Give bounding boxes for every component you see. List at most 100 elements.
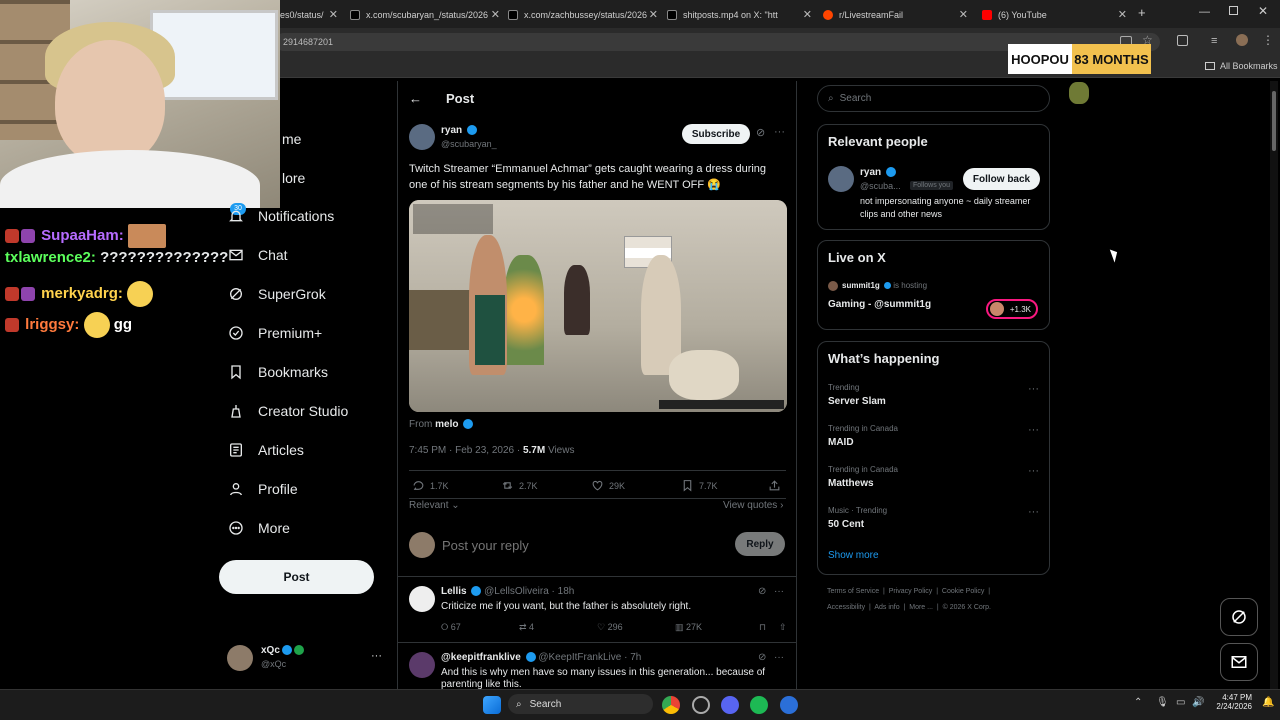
browser-tab[interactable]: shitposts.mp4 on X: "htt ✕ [667, 4, 812, 26]
reply-button[interactable]: Reply [735, 532, 785, 556]
browser-tab[interactable]: x.com/scubaryan_/status/2026 ✕ [350, 4, 500, 26]
subscribe-button[interactable]: Subscribe [682, 124, 750, 144]
scrollbar-thumb[interactable] [1272, 91, 1276, 151]
reply-author[interactable]: @keepitfranklive @KeepItFrankLive · 7h [441, 652, 641, 663]
bookmark-stat[interactable]: 7.7K [681, 479, 718, 492]
reply-row[interactable]: @keepitfranklive @KeepItFrankLive · 7h ⊘… [398, 642, 796, 689]
browser-tab[interactable]: es0/status/ ✕ [280, 4, 338, 26]
new-tab-button[interactable]: + [1138, 5, 1146, 20]
close-tab-icon[interactable]: ✕ [803, 8, 812, 21]
app-icon[interactable] [780, 696, 798, 714]
footer-link[interactable]: Cookie Policy [942, 588, 984, 595]
trend-item[interactable]: Trending in Canada Matthews [828, 465, 898, 489]
trend-item[interactable]: Trending Server Slam [828, 383, 886, 407]
reply-replies[interactable]: ⭘ 67 [441, 622, 519, 633]
grok-icon[interactable]: ⊘ [758, 586, 766, 597]
person-avatar[interactable] [828, 166, 854, 192]
extensions-icon[interactable] [1177, 35, 1188, 46]
close-tab-icon[interactable]: ✕ [1118, 8, 1127, 21]
all-bookmarks-button[interactable]: All Bookmarks [1205, 61, 1278, 71]
browser-tab[interactable]: r/LivestreamFail ✕ [823, 4, 968, 26]
footer-link[interactable]: Ads info [874, 604, 899, 611]
reply-author-avatar[interactable] [409, 586, 435, 612]
nav-premium[interactable]: Premium+ [228, 318, 322, 348]
reply-author[interactable]: Lellis @LellsOliveira · 18h [441, 586, 574, 597]
more-options-icon[interactable]: ··· [1028, 506, 1039, 518]
nav-chat[interactable]: Chat [228, 240, 288, 270]
reply-views[interactable]: ▥ 27K [675, 622, 759, 633]
share-icon[interactable]: ⇧ [779, 622, 787, 633]
nav-notifications[interactable]: Notifications [228, 201, 334, 231]
close-tab-icon[interactable]: ✕ [649, 8, 658, 21]
grok-icon[interactable]: ⊘ [758, 652, 766, 663]
network-icon[interactable]: ▭ [1176, 697, 1185, 708]
clock[interactable]: 4:47 PM 2/24/2026 [1214, 693, 1252, 711]
live-host[interactable]: summit1g is hosting [842, 281, 927, 290]
account-avatar[interactable] [227, 645, 253, 671]
browser-menu-icon[interactable]: ⋮ [1262, 33, 1274, 47]
nav-more[interactable]: More [228, 513, 290, 543]
spotify-icon[interactable] [750, 696, 768, 714]
post-video[interactable] [409, 200, 787, 412]
discord-icon[interactable] [721, 696, 739, 714]
chevron-up-icon[interactable]: ⌃ [1134, 697, 1142, 708]
more-options-icon[interactable]: ··· [1028, 424, 1039, 436]
nav-explore-label[interactable]: lore [282, 170, 305, 186]
more-options-icon[interactable]: ··· [1028, 383, 1039, 395]
search-box[interactable]: ⌕ Search [817, 85, 1050, 112]
view-quotes-link[interactable]: View quotes › [723, 500, 783, 511]
reply-stat[interactable]: 1.7K [412, 479, 449, 492]
trend-item[interactable]: Trending in Canada MAID [828, 424, 898, 448]
trend-item[interactable]: Music · Trending 50 Cent [828, 506, 887, 530]
footer-link[interactable]: Accessibility [827, 604, 865, 611]
close-tab-icon[interactable]: ✕ [959, 8, 968, 21]
browser-tab[interactable]: (6) YouTube ✕ [982, 4, 1127, 26]
more-options-icon[interactable]: ··· [1028, 465, 1039, 477]
show-more-link[interactable]: Show more [828, 550, 879, 561]
chrome-icon[interactable] [662, 696, 680, 714]
sort-dropdown[interactable]: Relevant ⌄ [409, 500, 460, 511]
person-name[interactable]: ryan [860, 167, 896, 178]
grok-float-button[interactable] [1220, 598, 1258, 636]
microphone-icon[interactable]: 🎙 [1156, 697, 1169, 708]
nav-profile[interactable]: Profile [228, 474, 298, 504]
maximize-icon[interactable] [1229, 6, 1238, 15]
more-options-icon[interactable]: ··· [774, 586, 784, 597]
tab-search-icon[interactable]: ≡ [1211, 35, 1217, 47]
author-handle[interactable]: @scubaryan_ [441, 139, 497, 149]
media-source[interactable]: From melo [409, 419, 474, 430]
more-options-icon[interactable]: ··· [774, 126, 785, 138]
profile-avatar[interactable] [1236, 34, 1248, 46]
live-stream-title[interactable]: Gaming - @summit1g [828, 299, 931, 310]
footer-link[interactable]: Terms of Service [827, 588, 879, 595]
like-stat[interactable]: 29K [591, 479, 625, 492]
reply-reposts[interactable]: ⇄ 4 [519, 622, 597, 633]
taskbar-search[interactable]: ⌕ Search [508, 694, 653, 714]
footer-link[interactable]: Privacy Policy [889, 588, 933, 595]
close-tab-icon[interactable]: ✕ [491, 8, 500, 21]
account-menu-icon[interactable]: ··· [371, 650, 382, 662]
live-listeners[interactable]: +1.3K [986, 299, 1038, 319]
repost-stat[interactable]: 2.7K [501, 479, 538, 492]
grok-icon[interactable]: ⊘ [756, 126, 765, 139]
nav-creator-studio[interactable]: Creator Studio [228, 396, 348, 426]
nav-bookmarks[interactable]: Bookmarks [228, 357, 328, 387]
author-name[interactable]: ryan [441, 125, 477, 136]
back-arrow-icon[interactable]: ← [409, 91, 422, 106]
reply-author-avatar[interactable] [409, 652, 435, 678]
reply-input[interactable] [442, 535, 712, 555]
minimize-icon[interactable]: — [1199, 6, 1210, 18]
footer-link[interactable]: More ... [909, 604, 933, 611]
messages-float-button[interactable] [1220, 643, 1258, 681]
nav-supergrok[interactable]: SuperGrok [228, 279, 326, 309]
bookmark-icon[interactable]: ⊓ [759, 622, 779, 633]
notifications-icon[interactable]: 🔔 [1262, 697, 1274, 708]
nav-articles[interactable]: Articles [228, 435, 304, 465]
nav-home-label[interactable]: me [282, 131, 301, 147]
browser-tab[interactable]: x.com/zachbussey/status/2026 ✕ [508, 4, 658, 26]
close-window-icon[interactable]: ✕ [1258, 4, 1268, 18]
post-button[interactable]: Post [219, 560, 374, 594]
reply-likes[interactable]: ♡ 296 [597, 622, 675, 633]
app-icon[interactable] [692, 696, 710, 714]
reply-row[interactable]: Lellis @LellsOliveira · 18h ⊘ ··· Critic… [398, 576, 796, 642]
